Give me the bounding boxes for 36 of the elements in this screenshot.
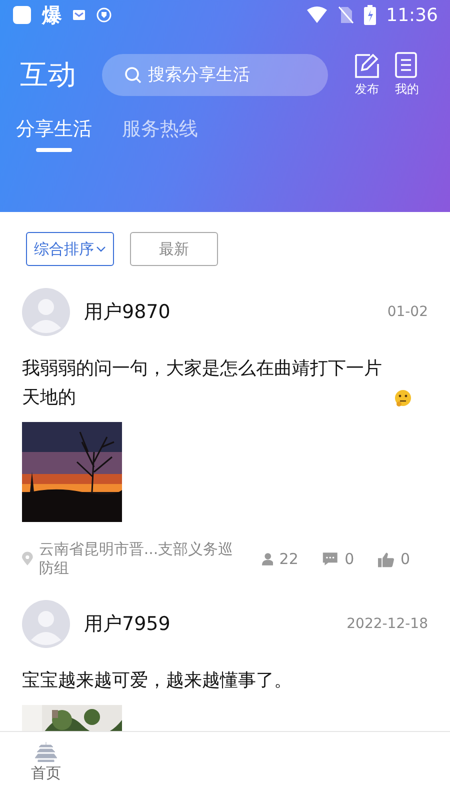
status-time: 11:36 [386, 4, 438, 26]
nav-item[interactable]: 首页 [24, 732, 68, 800]
view-count: 22 [279, 550, 298, 568]
avatar-icon [22, 600, 70, 648]
post-date: 2022-12-18 [346, 616, 428, 632]
app-label: 爆 [42, 2, 62, 28]
location-pin-icon [22, 551, 33, 567]
tab[interactable]: 分享生活 [16, 116, 92, 152]
sort-button[interactable]: 最新 [130, 232, 218, 266]
header-action-button[interactable]: 发布 [354, 52, 380, 98]
battery-icon [364, 5, 376, 25]
post-text: 宝宝越来越可爱，越来越懂事了。 [22, 669, 292, 693]
post-text: 我弱弱的问一句，大家是怎么在曲靖打下一片天地的 [22, 357, 383, 410]
no-sim-icon [338, 6, 354, 24]
sort-button[interactable]: 综合排序 [26, 232, 114, 266]
comment-icon [322, 551, 339, 567]
app-icon [12, 5, 32, 25]
like-count: 0 [400, 550, 410, 568]
user-name[interactable]: 用户9870 [84, 299, 388, 325]
search-icon [124, 66, 142, 84]
avatar-icon [22, 288, 70, 336]
post-date: 01-02 [387, 304, 428, 320]
person-icon [262, 552, 274, 566]
comment-count: 0 [344, 550, 354, 568]
shield-icon [96, 7, 112, 23]
page-title: 互动 [20, 57, 77, 93]
user-name[interactable]: 用户7959 [84, 611, 347, 637]
document-icon [394, 52, 420, 79]
header-action-button[interactable]: 我的 [394, 52, 420, 98]
post-location: 云南省昆明市晋...支部义务巡防组 [38, 540, 234, 578]
compose-icon [354, 52, 380, 79]
pagoda-icon [35, 742, 57, 762]
tab[interactable]: 服务热线 [122, 116, 198, 152]
thumbs-up-icon [378, 550, 394, 568]
wifi-icon [306, 6, 328, 24]
mail-icon [72, 9, 86, 21]
